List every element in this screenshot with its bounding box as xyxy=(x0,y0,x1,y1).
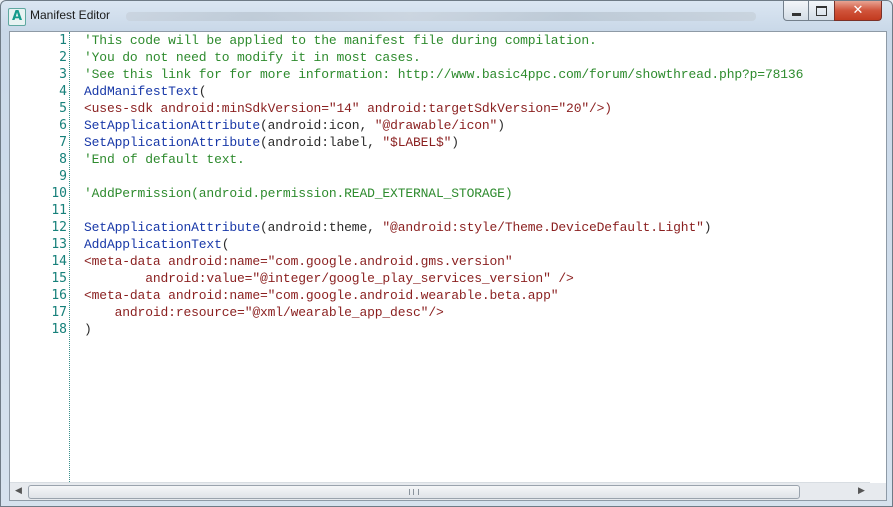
line-number: 17 xyxy=(51,305,67,320)
code-token: (android:label, xyxy=(259,135,383,150)
scroll-left-icon: ◀ xyxy=(15,486,22,496)
minimize-icon xyxy=(791,12,801,16)
code-line[interactable]: SetApplicationAttribute(android:label, "… xyxy=(84,134,459,151)
code-line[interactable]: 'End of default text. xyxy=(84,151,245,168)
code-line[interactable]: AddManifestText( xyxy=(84,83,207,100)
code-token: "@xml/wearable_app_desc" xyxy=(244,305,429,320)
code-line[interactable]: AddApplicationText( xyxy=(84,236,230,253)
line-number: 5 xyxy=(59,101,67,116)
horizontal-scrollbar[interactable]: ◀ ▶ xyxy=(10,482,870,500)
close-button[interactable]: ✕ xyxy=(834,1,882,21)
code-line[interactable]: 'This code will be applied to the manife… xyxy=(84,32,597,49)
line-number-gutter: 1 2 3 4 5 6 7 8 9 10 11 12 13 14 15 16 17 18 xyxy=(10,32,70,482)
code-token: "14" xyxy=(328,101,360,116)
line-number: 13 xyxy=(51,237,67,252)
code-line[interactable]: <meta-data android:name="com.google.andr… xyxy=(84,253,513,270)
code-token: ) xyxy=(497,118,505,133)
code-token: SetApplicationAttribute xyxy=(84,118,260,133)
code-token: android:value= xyxy=(84,271,253,286)
line-number: 12 xyxy=(51,220,67,235)
code-token: "@integer/google_play_services_version" xyxy=(252,271,551,286)
line-number: 14 xyxy=(51,254,67,269)
code-token: ( xyxy=(221,237,230,252)
window-title: Manifest Editor xyxy=(30,8,111,22)
code-token: "@android:style/Theme.DeviceDefault.Ligh… xyxy=(382,220,704,235)
code-line[interactable]: android:resource="@xml/wearable_app_desc… xyxy=(84,304,444,321)
line-number: 2 xyxy=(59,50,67,65)
code-token: (android:theme, xyxy=(259,220,383,235)
code-token: />) xyxy=(589,101,612,116)
code-token: ( xyxy=(198,84,207,99)
code-editor[interactable]: 1 2 3 4 5 6 7 8 9 10 11 12 13 14 15 16 17 18 'This code w… xyxy=(9,31,887,501)
manifest-editor-window: A Manifest Editor ✕ 1 2 3 4 5 6 7 8 9 10 11 12 13 14 1… xyxy=(0,0,893,507)
scrollbar-corner xyxy=(870,483,886,500)
line-number: 10 xyxy=(51,186,67,201)
code-token: "20" xyxy=(558,101,589,116)
code-line[interactable]: 'AddPermission(android.permission.READ_E… xyxy=(84,185,513,202)
code-token: android:resource= xyxy=(84,305,245,320)
code-token: 'See this link for for more information:… xyxy=(84,67,804,82)
code-token: ) xyxy=(451,135,459,150)
code-line[interactable]: ) xyxy=(84,321,92,338)
code-token: <uses-sdk android:minSdkVersion= xyxy=(84,101,329,116)
scroll-left-button[interactable]: ◀ xyxy=(10,483,27,500)
code-token: "com.google.android.gms.version" xyxy=(267,254,513,269)
code-token: 'This code will be applied to the manife… xyxy=(84,33,597,48)
line-number: 8 xyxy=(59,152,67,167)
code-token: 'AddPermission(android.permission.READ_E… xyxy=(84,186,513,201)
line-number: 11 xyxy=(51,203,67,218)
scroll-right-icon: ▶ xyxy=(858,486,865,496)
scroll-right-button[interactable]: ▶ xyxy=(853,483,870,500)
code-token: <meta-data android:name= xyxy=(84,288,268,303)
code-token: SetApplicationAttribute xyxy=(84,220,260,235)
code-line[interactable]: <meta-data android:name="com.google.andr… xyxy=(84,287,559,304)
code-token: android:targetSdkVersion= xyxy=(359,101,559,116)
line-number: 18 xyxy=(51,322,67,337)
code-token: 'You do not need to modify it in most ca… xyxy=(84,50,421,65)
line-number: 15 xyxy=(51,271,67,286)
code-area[interactable]: 'This code will be applied to the manife… xyxy=(84,32,886,482)
line-number: 3 xyxy=(59,67,67,82)
line-number: 16 xyxy=(51,288,67,303)
scroll-thumb[interactable] xyxy=(28,485,800,499)
code-token: AddManifestText xyxy=(84,84,199,99)
maximize-button[interactable] xyxy=(808,1,835,21)
close-icon: ✕ xyxy=(852,3,864,18)
code-token: "@drawable/icon" xyxy=(374,118,498,133)
maximize-icon xyxy=(816,5,827,16)
code-line[interactable]: 'You do not need to modify it in most ca… xyxy=(84,49,421,66)
code-token: AddApplicationText xyxy=(84,237,222,252)
code-token: /> xyxy=(550,271,574,286)
blurred-title-region xyxy=(126,12,756,21)
line-number: 6 xyxy=(59,118,67,133)
code-token: (android:icon, xyxy=(259,118,375,133)
code-token: 'End of default text. xyxy=(84,152,245,167)
app-icon: A xyxy=(8,8,26,26)
code-line[interactable]: SetApplicationAttribute(android:icon, "@… xyxy=(84,117,505,134)
code-line[interactable]: SetApplicationAttribute(android:theme, "… xyxy=(84,219,712,236)
code-line[interactable]: android:value="@integer/google_play_serv… xyxy=(84,270,574,287)
title-bar[interactable]: A Manifest Editor ✕ xyxy=(1,1,892,31)
line-number: 9 xyxy=(59,169,67,184)
code-token: "$LABEL$" xyxy=(382,135,452,150)
minimize-button[interactable] xyxy=(783,1,809,21)
code-token: <meta-data android:name= xyxy=(84,254,268,269)
code-line[interactable]: <uses-sdk android:minSdkVersion="14" and… xyxy=(84,100,612,117)
code-token: "com.google.android.wearable.beta.app" xyxy=(267,288,559,303)
line-number: 1 xyxy=(59,33,67,48)
code-token: ) xyxy=(703,220,712,235)
code-token: SetApplicationAttribute xyxy=(84,135,260,150)
line-number: 7 xyxy=(59,135,67,150)
code-token: /> xyxy=(428,305,444,320)
line-number: 4 xyxy=(59,84,67,99)
code-token: ) xyxy=(84,322,92,337)
code-line[interactable]: 'See this link for for more information:… xyxy=(84,66,803,83)
grip-icon xyxy=(409,489,419,495)
